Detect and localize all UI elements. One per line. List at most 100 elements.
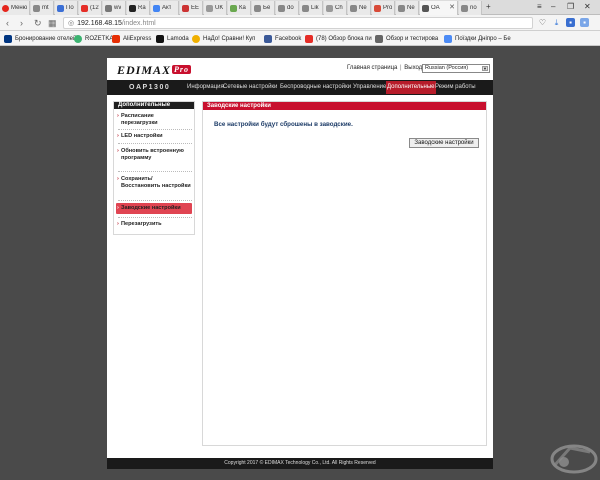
tab-favicon-icon bbox=[278, 4, 285, 12]
browser-tab[interactable]: Ch bbox=[324, 1, 347, 15]
tab-menu-icon[interactable]: ≡ bbox=[537, 2, 542, 11]
tab-title: no bbox=[470, 5, 477, 11]
bookmark-item[interactable]: НаДо! Сравни! Куп bbox=[192, 34, 255, 43]
menu-advanced[interactable]: Дополнительные bbox=[386, 81, 436, 94]
tab-favicon-icon bbox=[350, 4, 357, 12]
top-links: Главная страница | Выход bbox=[347, 65, 422, 71]
browser-tab[interactable]: Ne bbox=[348, 1, 371, 15]
bookmark-item[interactable]: (78) Обзор блока пи bbox=[305, 34, 372, 43]
home-link[interactable]: Главная страница bbox=[347, 65, 397, 71]
tab-title: OA bbox=[431, 5, 440, 11]
back-icon[interactable]: ‹ bbox=[6, 18, 9, 28]
extensions-icon[interactable]: ▪ bbox=[566, 18, 575, 27]
browser-tab[interactable]: EE bbox=[180, 1, 203, 15]
browser-tab[interactable]: Бе bbox=[252, 1, 275, 15]
bookmark-label: (78) Обзор блока пи bbox=[316, 35, 372, 42]
download-icon[interactable]: ⤓ bbox=[552, 18, 561, 27]
bookmark-item[interactable]: Lamoda bbox=[156, 34, 189, 43]
sidebar-item-firmware-upgrade[interactable]: Обновить встроенную программу bbox=[116, 148, 192, 162]
browser-tab[interactable]: Ка bbox=[228, 1, 251, 15]
browser-tab-active[interactable]: OA ✕ bbox=[420, 1, 458, 15]
url-host: 192.168.48.15 bbox=[77, 19, 122, 27]
address-bar[interactable]: ◎ 192.168.48.15 /index.html bbox=[63, 17, 533, 29]
bookmark-page-icon bbox=[375, 34, 383, 43]
bookmark-item[interactable]: Обзор и тестирова bbox=[375, 34, 438, 43]
new-tab-icon[interactable]: + bbox=[486, 2, 491, 11]
sidebar-divider bbox=[118, 129, 192, 130]
booking-icon bbox=[4, 34, 12, 43]
browser-tab[interactable]: UK bbox=[204, 1, 227, 15]
logout-link[interactable]: Выход bbox=[404, 65, 422, 71]
youtube-icon bbox=[81, 4, 88, 12]
bookmark-item[interactable]: AliExpress bbox=[112, 34, 151, 43]
language-select[interactable]: Russian (Россия) ▼ bbox=[422, 64, 490, 73]
sidebar-divider bbox=[118, 143, 192, 144]
sidebar-item-reboot-schedule[interactable]: Расписание перезагрузки bbox=[116, 113, 192, 127]
tab-title: Ch bbox=[335, 5, 343, 11]
menu-wireless-settings[interactable]: Беспроводные настройки bbox=[280, 84, 351, 91]
opera-menu-icon bbox=[2, 4, 9, 12]
sidebar-item-factory-reset[interactable]: Заводские настройки bbox=[116, 203, 192, 214]
tab-favicon-icon bbox=[230, 4, 237, 12]
browser-tab[interactable]: Lik bbox=[300, 1, 323, 15]
bookmark-label: Бронирование отелей bbox=[15, 35, 77, 42]
sidebar-item-backup-restore[interactable]: Сохранить/ Восстановить настройки bbox=[116, 176, 192, 190]
browser-tab[interactable]: Меню bbox=[0, 1, 30, 15]
vpn-icon[interactable]: ▪ bbox=[580, 18, 589, 27]
bookmark-label: Поїздки Дніпро – Бе bbox=[455, 35, 511, 42]
bookmark-heart-icon[interactable]: ♡ bbox=[538, 18, 547, 27]
content-panel: Заводские настройки Все настройки будут … bbox=[202, 101, 487, 446]
close-tab-icon[interactable]: ✕ bbox=[449, 4, 455, 11]
rozetka-icon bbox=[74, 34, 82, 43]
bookmark-item[interactable]: Бронирование отелей bbox=[4, 34, 76, 43]
browser-tab[interactable]: По bbox=[55, 1, 78, 15]
tab-title: Ne bbox=[407, 5, 415, 11]
reload-icon[interactable]: ↻ bbox=[34, 18, 42, 28]
logo-text: EDIMAX bbox=[117, 63, 172, 77]
tab-title: Ra bbox=[138, 5, 146, 11]
edimax-logo: EDIMAX Pro bbox=[117, 63, 192, 78]
plus-icon bbox=[206, 4, 213, 12]
sidebar-divider bbox=[118, 217, 192, 218]
globe-icon: ◎ bbox=[68, 20, 75, 27]
tab-title: mt bbox=[42, 5, 49, 11]
sidebar-item-reboot[interactable]: Перезагрузить bbox=[116, 221, 192, 228]
tab-favicon-icon bbox=[302, 4, 309, 12]
tab-title: Ка bbox=[239, 5, 246, 11]
browser-tab[interactable]: do bbox=[276, 1, 299, 15]
menu-info[interactable]: Информация bbox=[187, 84, 224, 91]
browser-tab[interactable]: Pro bbox=[372, 1, 395, 15]
speed-dial-icon[interactable]: ▦ bbox=[48, 18, 57, 28]
tab-favicon-icon bbox=[129, 4, 136, 12]
language-value: Russian (Россия) bbox=[425, 65, 469, 71]
menu-management[interactable]: Управление bbox=[353, 84, 386, 91]
menu-network-settings[interactable]: Сетевые настройки bbox=[223, 84, 277, 91]
tab-title: Акт bbox=[162, 5, 172, 11]
browser-tab[interactable]: Акт bbox=[151, 1, 179, 15]
bookmark-item[interactable]: ROZETKA bbox=[74, 34, 113, 43]
browser-tab[interactable]: Ne bbox=[396, 1, 419, 15]
minimize-icon[interactable]: – bbox=[551, 2, 555, 11]
google-maps-icon bbox=[444, 34, 452, 43]
tab-favicon-icon bbox=[33, 4, 40, 12]
tab-favicon-icon bbox=[326, 4, 333, 12]
close-window-icon[interactable]: ✕ bbox=[584, 2, 591, 11]
reset-warning-text: Все настройки будут сброшены в заводские… bbox=[214, 121, 353, 128]
browser-tab[interactable]: (12 bbox=[79, 1, 102, 15]
bookmark-item[interactable]: Поїздки Дніпро – Бе bbox=[444, 34, 511, 43]
tab-favicon-icon bbox=[57, 4, 64, 12]
sidebar-divider bbox=[118, 171, 192, 172]
bookmark-item[interactable]: Facebook bbox=[264, 34, 301, 43]
bookmarks-bar: Бронирование отелей ROZETKA AliExpress L… bbox=[0, 31, 600, 46]
sidebar-item-led-settings[interactable]: LED настройки bbox=[116, 133, 192, 140]
browser-tab[interactable]: Ra bbox=[127, 1, 150, 15]
browser-nav-bar: ‹ › ↻ ▦ ◎ 192.168.48.15 /index.html ♡ ⤓ … bbox=[0, 15, 600, 31]
factory-reset-button[interactable]: Заводские настройки bbox=[409, 138, 479, 148]
maximize-icon[interactable]: ❐ bbox=[567, 2, 574, 11]
browser-tab[interactable]: mt bbox=[31, 1, 54, 15]
url-path: /index.html bbox=[121, 19, 156, 27]
menu-operation-mode[interactable]: Режим работы bbox=[435, 84, 476, 91]
browser-tab[interactable]: wv bbox=[103, 1, 126, 15]
forward-icon[interactable]: › bbox=[20, 18, 23, 28]
browser-tab[interactable]: no bbox=[459, 1, 482, 15]
